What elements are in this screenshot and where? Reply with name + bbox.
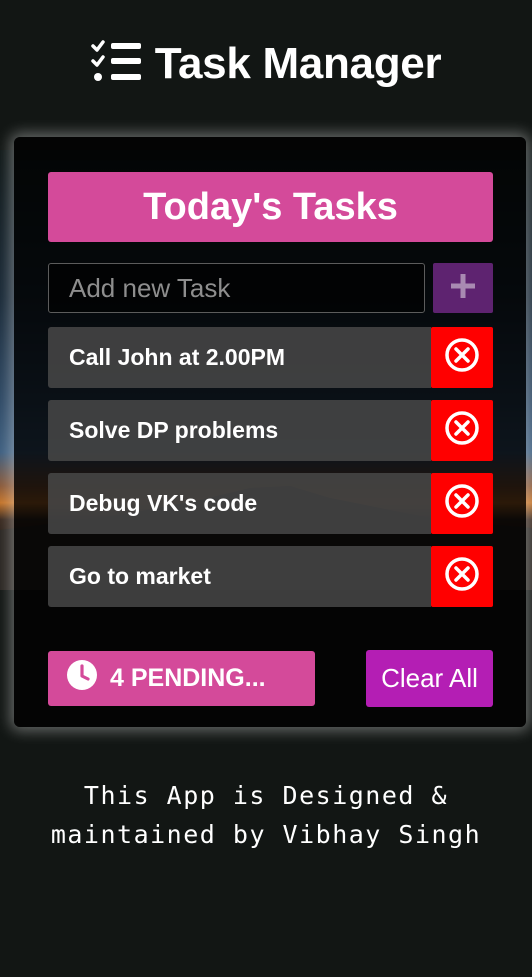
pending-label: 4 PENDING...: [110, 664, 266, 692]
close-circle-icon: [444, 337, 480, 378]
clear-all-button[interactable]: Clear All: [366, 650, 493, 707]
clock-icon: [66, 659, 98, 698]
delete-task-button[interactable]: [431, 546, 493, 607]
task-row: Go to market: [48, 546, 493, 607]
add-task-button[interactable]: [433, 263, 493, 313]
app-title: Task Manager: [154, 39, 442, 88]
close-circle-icon: [444, 556, 480, 597]
delete-task-button[interactable]: [431, 327, 493, 388]
card-title: Today's Tasks: [48, 172, 493, 242]
checklist-icon: [90, 39, 143, 89]
close-circle-icon: [444, 410, 480, 451]
plus-icon: [450, 273, 476, 304]
footer-line-2: maintained by Vibhay Singh: [50, 820, 482, 849]
footer-line-1: This App is Designed &: [83, 781, 449, 810]
task-label[interactable]: Debug VK's code: [48, 473, 431, 534]
new-task-input[interactable]: [48, 263, 425, 313]
pending-count-badge: 4 PENDING...: [48, 651, 315, 706]
delete-task-button[interactable]: [431, 473, 493, 534]
close-circle-icon: [444, 483, 480, 524]
footer-credit: This App is Designed & maintained by Vib…: [0, 776, 532, 854]
task-row: Solve DP problems: [48, 400, 493, 461]
app-header: Task Manager: [0, 34, 532, 94]
task-label[interactable]: Solve DP problems: [48, 400, 431, 461]
task-label[interactable]: Go to market: [48, 546, 431, 607]
task-row: Debug VK's code: [48, 473, 493, 534]
delete-task-button[interactable]: [431, 400, 493, 461]
task-label[interactable]: Call John at 2.00PM: [48, 327, 431, 388]
tasks-card: Today's Tasks Call John at 2.00PM Solve …: [14, 137, 526, 727]
task-row: Call John at 2.00PM: [48, 327, 493, 388]
